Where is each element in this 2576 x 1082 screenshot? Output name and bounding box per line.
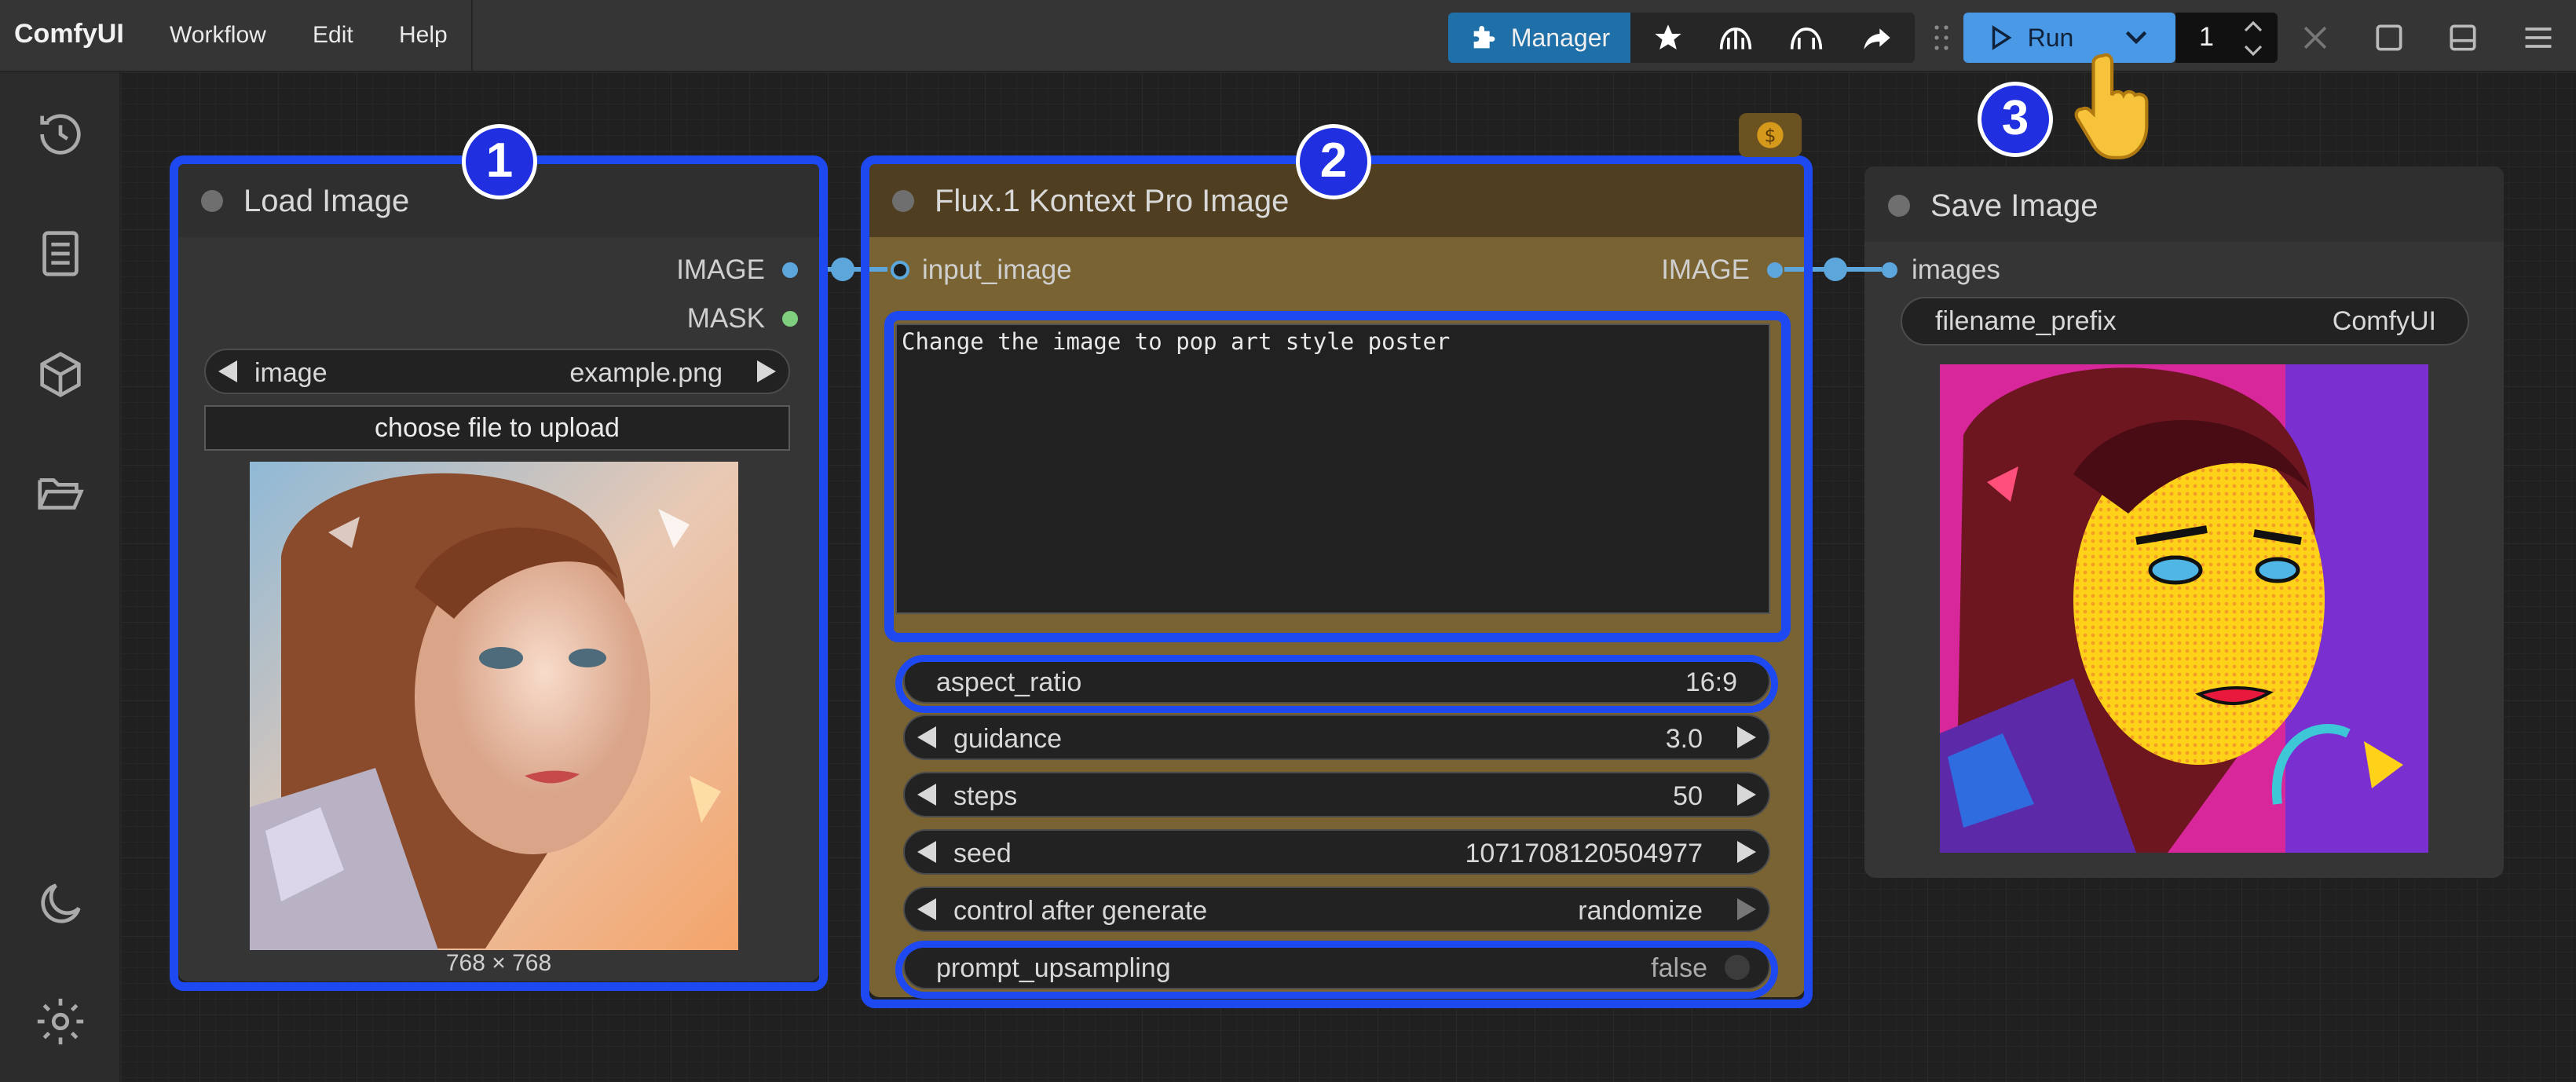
run-label: Run xyxy=(2027,23,2074,52)
step-badge-3: 3 xyxy=(1978,82,2053,157)
filename-prefix-widget[interactable]: filename_prefix ComfyUI xyxy=(1901,297,2469,345)
increment-icon[interactable] xyxy=(2241,17,2265,36)
pointer-hand-icon xyxy=(2074,53,2149,159)
close-icon[interactable] xyxy=(2298,20,2333,55)
folder-open-icon[interactable] xyxy=(33,466,88,521)
output-image-preview xyxy=(1940,364,2428,853)
panel-icon[interactable] xyxy=(2446,20,2480,55)
window-icon[interactable] xyxy=(2372,20,2406,55)
history-icon[interactable] xyxy=(33,107,88,162)
menu-workflow[interactable]: Workflow xyxy=(170,22,266,49)
node-title: Save Image xyxy=(1930,188,2098,223)
drag-grip-icon xyxy=(1934,25,1948,50)
queue-count-input[interactable]: 1 xyxy=(2175,13,2278,63)
coin-icon: $ xyxy=(1757,122,1784,148)
link-mode-button[interactable] xyxy=(1781,13,1831,63)
svg-text:$: $ xyxy=(1765,124,1776,146)
widget-label: filename_prefix xyxy=(1935,306,2117,336)
save-image-node[interactable]: Save Image images filename_prefix ComfyU… xyxy=(1864,166,2504,878)
puzzle-icon xyxy=(1473,26,1495,49)
bridge-icon xyxy=(1719,27,1752,49)
play-icon xyxy=(1992,25,2012,50)
manager-button[interactable]: Manager xyxy=(1448,13,1630,63)
link-visibility-button[interactable] xyxy=(1711,13,1761,63)
top-menu-bar: ComfyUI Workflow Edit Help Manager Run 1 xyxy=(0,0,2576,72)
gear-icon[interactable] xyxy=(33,994,88,1049)
collapse-dot[interactable] xyxy=(1888,195,1910,217)
manager-label: Manager xyxy=(1510,23,1611,52)
step-badge-1: 1 xyxy=(462,124,537,199)
widget-value: ComfyUI xyxy=(2332,306,2436,336)
document-icon[interactable] xyxy=(33,226,88,281)
step-1-highlight xyxy=(170,155,828,991)
step-badge-2: 2 xyxy=(1296,124,1371,199)
queue-count-value: 1 xyxy=(2199,22,2214,52)
aspect-ratio-highlight xyxy=(895,655,1778,713)
app-logo[interactable]: ComfyUI xyxy=(14,19,124,49)
favorite-button[interactable] xyxy=(1643,13,1693,63)
sidebar xyxy=(0,72,121,1082)
share-icon xyxy=(1864,28,1890,49)
bridge-alt-icon xyxy=(1790,27,1823,49)
cube-icon[interactable] xyxy=(33,347,88,402)
api-cost-badge: $ xyxy=(1739,113,1802,157)
menu-divider xyxy=(471,0,473,71)
drag-handle[interactable] xyxy=(1927,13,1956,63)
link-midpoint[interactable] xyxy=(1824,258,1847,281)
prompt-highlight xyxy=(884,311,1791,642)
moon-icon[interactable] xyxy=(33,876,88,931)
share-button[interactable] xyxy=(1852,13,1902,63)
hamburger-menu-icon[interactable] xyxy=(2521,20,2556,55)
input-label: images xyxy=(1912,254,2000,285)
node-title-bar[interactable]: Save Image xyxy=(1864,166,2504,242)
menu-edit[interactable]: Edit xyxy=(313,22,353,49)
decrement-icon[interactable] xyxy=(2241,41,2265,60)
prompt-upsampling-highlight xyxy=(895,941,1778,999)
star-icon xyxy=(1655,24,1681,49)
menu-help[interactable]: Help xyxy=(399,22,448,49)
link-midpoint[interactable] xyxy=(831,258,854,281)
input-slot-images[interactable] xyxy=(1882,262,1897,278)
